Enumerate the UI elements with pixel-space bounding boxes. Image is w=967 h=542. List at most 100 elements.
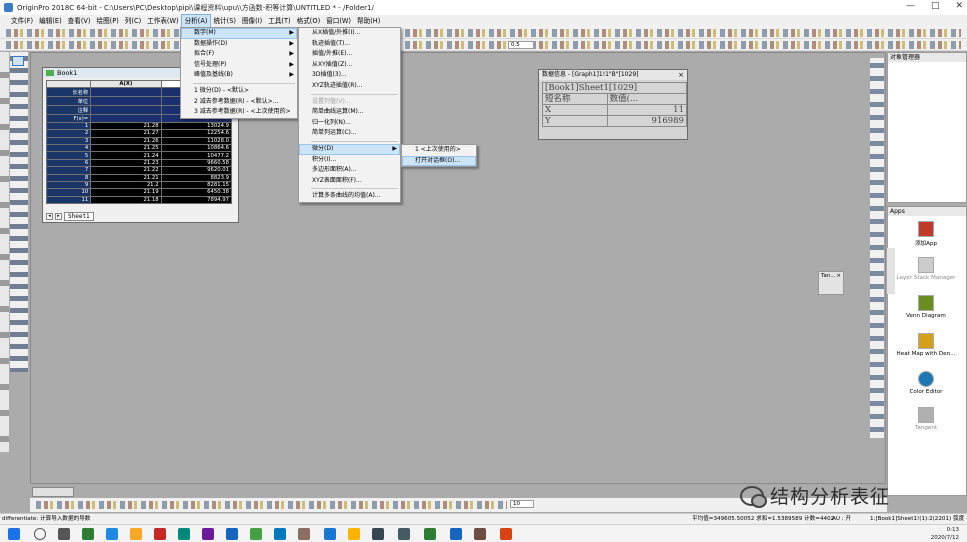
taskbar-app-icon[interactable] [450, 528, 462, 540]
menu-file[interactable]: 文件(F) [8, 15, 36, 27]
menu-item-fitting[interactable]: 拟合(F) ▶ [181, 49, 297, 60]
taskbar-app-icon[interactable] [298, 528, 310, 540]
standard-toolbar[interactable] [0, 27, 967, 39]
cell-a[interactable]: 21.27 [90, 129, 162, 138]
row-number[interactable]: 1 [45, 121, 92, 131]
meta-cell[interactable] [90, 114, 162, 123]
cell-b[interactable]: 10864.6 [160, 143, 233, 153]
apps-panel[interactable]: Apps 添加App Layer Stack Manager Venn Diag… [887, 206, 967, 496]
menu-window[interactable]: 窗口(W) [323, 15, 354, 27]
meta-cell[interactable] [90, 96, 162, 107]
close-icon[interactable]: × [836, 272, 841, 281]
cell-b[interactable]: 7894.97 [160, 195, 233, 205]
app-heatmap[interactable]: Heat Map with Den... [896, 333, 956, 357]
system-clock[interactable]: 0:13 2020/7/12 [931, 526, 959, 542]
menu-item-interp-xy[interactable]: 从XY插值(Z)... [299, 60, 400, 71]
meta-cell[interactable] [90, 87, 162, 98]
menu-item-normalize-columns[interactable]: 归一化列(N)... [299, 118, 400, 129]
menu-analysis[interactable]: 分析(A) [180, 14, 212, 28]
task-view-icon[interactable] [58, 528, 70, 540]
menu-item-recent-1[interactable]: 1 微分(D) - <默认> [181, 86, 297, 97]
menu-item-signal-processing[interactable]: 信号处理(P) ▶ [181, 60, 297, 71]
menu-item-differentiate[interactable]: 微分(D) ▶ [299, 143, 400, 155]
taskbar-app-icon[interactable] [178, 528, 190, 540]
row-number[interactable]: 8 [45, 173, 92, 182]
line-width-field[interactable]: 0.5 [508, 41, 534, 49]
menu-view[interactable]: 查看(V) [65, 15, 94, 27]
row-number[interactable]: 7 [45, 166, 92, 175]
menu-item-peaks-baseline[interactable]: 峰值及基线(B) ▶ [181, 70, 297, 81]
cell-a[interactable]: 21.19 [90, 188, 162, 197]
menu-item-open-dialog[interactable]: 打开对话框(O)... [402, 155, 476, 167]
row-number[interactable]: 3 [45, 136, 92, 145]
cell-b[interactable]: 12254.6 [160, 129, 233, 138]
cell-a[interactable]: 21.18 [90, 195, 162, 205]
cell-b[interactable]: 10477.2 [160, 151, 233, 160]
row-number[interactable]: 6 [45, 158, 92, 168]
meta-cell[interactable] [90, 105, 162, 116]
row-number[interactable]: 10 [45, 188, 92, 197]
cell-a[interactable]: 21.21 [90, 173, 162, 182]
close-icon[interactable]: × [678, 70, 684, 80]
taskbar-app-icon[interactable] [372, 528, 384, 540]
menu-item-interp-extrap[interactable]: 插值/外推(E)... [299, 49, 400, 60]
taskbar-app-icon[interactable] [154, 528, 166, 540]
menu-item-recent-3[interactable]: 3 减去参考数据(R) - <上次使用的> [181, 107, 297, 118]
menu-item-integrate[interactable]: 积分(I)... [299, 155, 400, 166]
right-toolbar[interactable] [870, 58, 884, 438]
cell-b[interactable]: 9620.01 [160, 166, 233, 175]
status-au[interactable]: AU : 开 [832, 514, 851, 524]
app-venn[interactable]: Venn Diagram [896, 295, 956, 319]
cell-b[interactable]: 13024.9 [160, 121, 233, 131]
menu-item-trace-interp[interactable]: 轨迹插值(T)... [299, 39, 400, 50]
taskbar-app-icon[interactable] [82, 528, 94, 540]
chrome-icon[interactable] [250, 528, 262, 540]
object-manager-panel[interactable]: 对象管理器 [887, 52, 967, 203]
menu-item-interp-x[interactable]: 从X插值/外推(I)... [299, 28, 400, 39]
tangent-window[interactable]: Tan... × [818, 271, 844, 295]
project-tab[interactable] [32, 487, 74, 497]
menu-column[interactable]: 列(C) [122, 15, 144, 27]
format-toolbar[interactable]: 0.5 [0, 39, 967, 51]
cell-a[interactable]: 21.25 [90, 143, 162, 153]
menu-plot[interactable]: 绘图(P) [93, 15, 121, 27]
cell-a[interactable]: 21.23 [90, 158, 162, 168]
menu-tools[interactable]: 工具(T) [265, 15, 293, 27]
row-number[interactable]: 9 [45, 180, 92, 190]
menu-item-math[interactable]: 数学(M) ▶ [181, 28, 297, 39]
menu-item-xyz-trace[interactable]: XYZ轨迹插值(R)... [299, 81, 400, 92]
pointer-tool-icon[interactable] [12, 56, 24, 66]
data-info-window[interactable]: 数据信息 - [Graph1]1!1"B"[1029] × [Book1]Shee… [538, 69, 688, 140]
apps-side-tabs[interactable] [887, 248, 895, 294]
row-number[interactable]: 4 [45, 143, 92, 153]
menu-statistics[interactable]: 统计(S) [210, 15, 239, 27]
cell-a[interactable]: 21.26 [90, 136, 162, 145]
menu-item-average-curves[interactable]: 计算多条曲线的均值(A)... [299, 191, 400, 202]
close-button[interactable]: ✕ [955, 1, 963, 11]
grid-corner[interactable] [45, 79, 92, 89]
row-number[interactable]: 11 [45, 195, 92, 205]
taskbar-app-icon[interactable] [106, 528, 118, 540]
menu-item-interp-3d[interactable]: 3D插值(3)... [299, 70, 400, 81]
app-tangent[interactable]: Tangent [896, 407, 956, 431]
menu-item-last-used[interactable]: 1 <上次使用的> [402, 145, 476, 156]
cell-b[interactable]: 6450.38 [160, 188, 233, 197]
explorer-icon[interactable] [348, 528, 360, 540]
menu-worksheet[interactable]: 工作表(W) [144, 15, 181, 27]
zoom-field[interactable]: 10 [510, 500, 534, 508]
app-layer-stack[interactable]: Layer Stack Manager [896, 257, 956, 281]
taskbar-app-icon[interactable] [274, 528, 286, 540]
menu-help[interactable]: 帮助(H) [354, 15, 383, 27]
maximize-button[interactable]: □ [931, 1, 940, 11]
menu-item-data-manipulation[interactable]: 数据操作(D) ▶ [181, 39, 297, 50]
menu-image[interactable]: 图像(I) [239, 15, 265, 27]
row-number[interactable]: 2 [45, 129, 92, 138]
menu-item-simple-column-math[interactable]: 简单列运算(C)... [299, 128, 400, 139]
sheet-tab[interactable]: Sheet1 [64, 211, 94, 221]
app-color-editor[interactable]: Color Editor [896, 371, 956, 395]
powerpoint-icon[interactable] [500, 528, 512, 540]
menu-edit[interactable]: 编辑(E) [36, 15, 65, 27]
app-add[interactable]: 添加App [896, 221, 956, 247]
cell-a[interactable]: 21.24 [90, 151, 162, 160]
excel-icon[interactable] [424, 528, 436, 540]
